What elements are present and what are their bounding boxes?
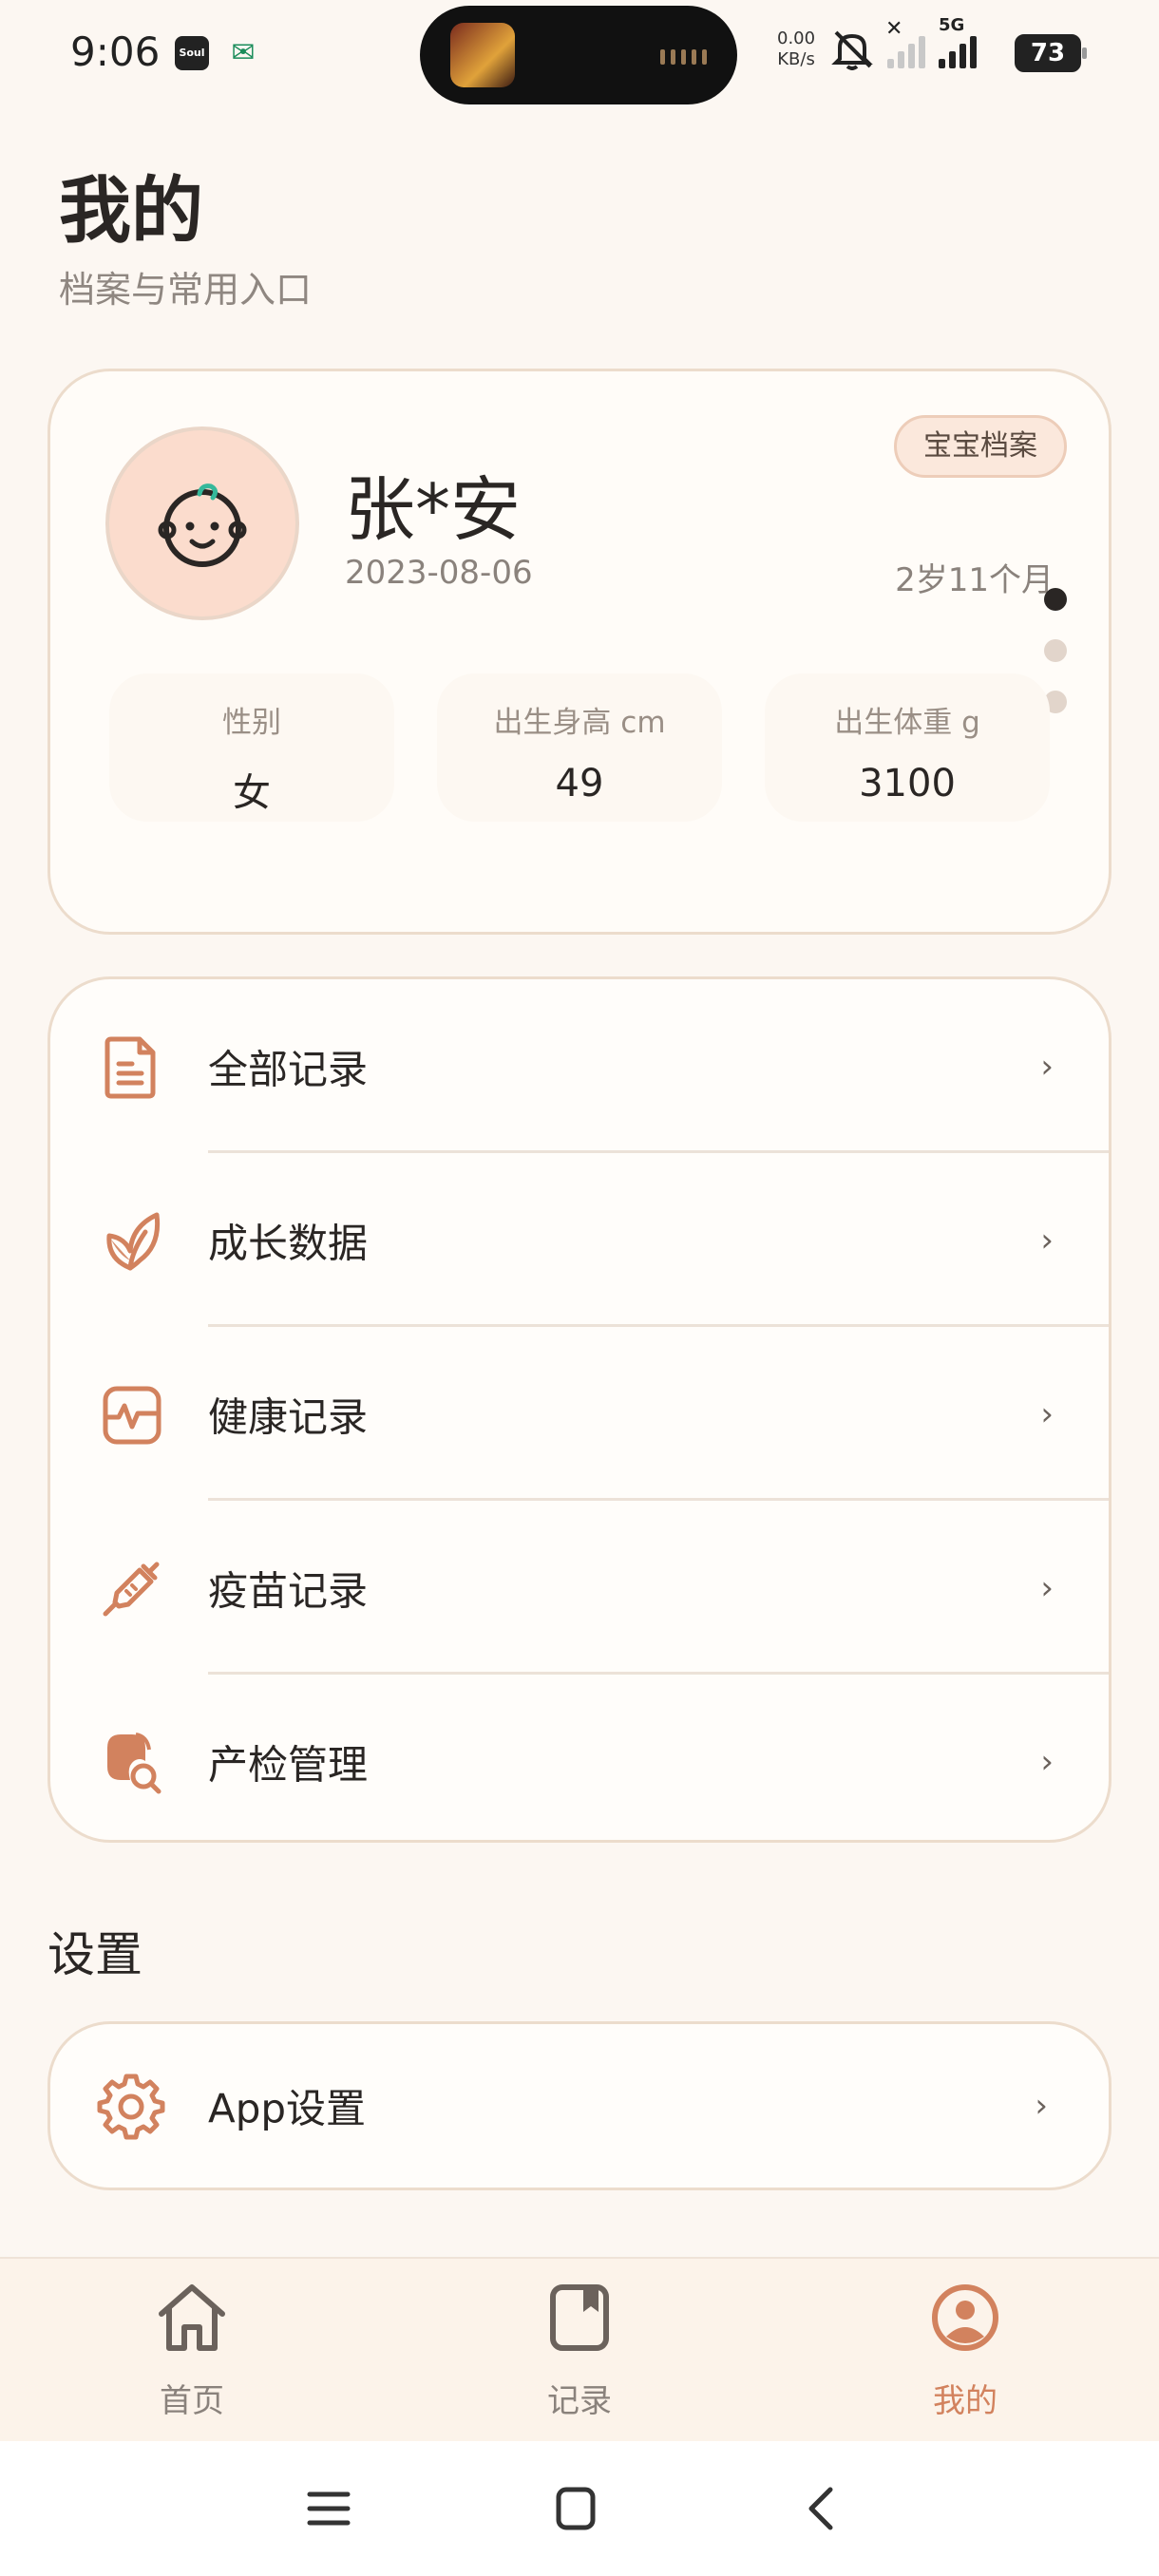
avatar[interactable] — [105, 426, 299, 620]
stat-birth-weight: 出生体重 g 3100 — [765, 673, 1050, 822]
shortcut-menu: 全部记录 › 成长数据 › 健康记录 › 疫苗记录 › 产检管理 › — [48, 976, 1112, 1843]
menu-item-growth-data[interactable]: 成长数据 › — [50, 1153, 1109, 1327]
stat-label: 出生体重 g — [834, 706, 980, 740]
menu-item-label: 成长数据 — [208, 1220, 369, 1266]
pulse-icon — [103, 1386, 162, 1444]
bottom-navigation: 首页 记录 我的 — [0, 2257, 1159, 2441]
network-speed: 0.00 KB/s — [777, 28, 815, 70]
home-icon — [159, 2284, 225, 2351]
stat-birth-height: 出生身高 cm 49 — [437, 673, 722, 822]
tab-home[interactable]: 首页 — [97, 2280, 287, 2421]
menu-item-health-records[interactable]: 健康记录 › — [50, 1327, 1109, 1501]
status-icons: ✕ 5G — [830, 15, 977, 70]
menu-icon[interactable] — [300, 2485, 357, 2532]
settings-section-title: 设置 — [48, 1927, 142, 1982]
document-icon — [104, 1036, 156, 1098]
tab-records[interactable]: 记录 — [484, 2280, 674, 2421]
menu-item-label: 全部记录 — [208, 1046, 369, 1092]
stat-gender: 性别 女 — [109, 673, 394, 822]
home-square-icon[interactable] — [547, 2485, 604, 2532]
menu-item-label: 健康记录 — [208, 1393, 369, 1440]
prenatal-search-icon — [107, 1732, 162, 1793]
battery-icon: 73 — [1015, 34, 1087, 72]
system-navigation-bar — [0, 2441, 1159, 2576]
network-speed-value: 0.00 — [777, 28, 816, 48]
baby-age: 2岁11个月 — [895, 561, 1054, 599]
back-icon[interactable] — [794, 2485, 851, 2532]
audio-bars-icon — [660, 49, 707, 65]
stat-label: 性别 — [222, 706, 281, 740]
signal-2-icon: 5G — [939, 15, 977, 68]
baby-profile-card[interactable]: 张*安 2023-08-06 宝宝档案 2岁11个月 性别 女 出生身高 cm … — [48, 369, 1112, 935]
baby-face-icon — [158, 483, 247, 567]
chevron-right-icon: › — [1040, 1394, 1054, 1433]
tab-label: 我的 — [933, 2382, 998, 2420]
profile-badge: 宝宝档案 — [894, 415, 1067, 478]
tab-label: 记录 — [547, 2382, 612, 2420]
media-thumbnail — [450, 23, 515, 87]
soul-app-icon: Soul — [175, 36, 209, 70]
postal-app-icon: ✉ — [231, 36, 256, 69]
page-subtitle: 档案与常用入口 — [59, 269, 313, 311]
chevron-right-icon: › — [1040, 1742, 1054, 1781]
status-bar: 9:06 Soul ✉ 0.00 KB/s ✕ 5G 73 — [0, 0, 1159, 106]
stat-value: 49 — [555, 762, 604, 805]
stat-value: 女 — [233, 771, 271, 815]
network-type: 5G — [939, 15, 965, 35]
baby-birth-date: 2023-08-06 — [345, 554, 533, 592]
network-speed-unit: KB/s — [777, 49, 815, 69]
menu-item-label: 疫苗记录 — [208, 1567, 369, 1614]
stat-label: 出生身高 cm — [493, 706, 666, 740]
chevron-right-icon: › — [1035, 2087, 1048, 2125]
syringe-icon — [103, 1562, 160, 1616]
gear-icon — [97, 2074, 165, 2140]
baby-name: 张*安 — [345, 469, 521, 551]
birth-stats: 性别 女 出生身高 cm 49 出生体重 g 3100 — [109, 673, 1050, 822]
dynamic-island[interactable] — [420, 6, 737, 104]
carousel-dot[interactable] — [1044, 639, 1067, 662]
menu-item-all-records[interactable]: 全部记录 › — [50, 979, 1109, 1153]
signal-1-icon: ✕ — [885, 17, 925, 68]
mute-bell-icon — [831, 30, 873, 70]
carousel-dot-active[interactable] — [1044, 588, 1067, 611]
stat-value: 3100 — [859, 762, 956, 805]
app-settings-button[interactable]: App设置 › — [48, 2021, 1112, 2190]
record-book-icon — [550, 2284, 609, 2351]
chevron-right-icon: › — [1040, 1221, 1054, 1260]
menu-item-prenatal-management[interactable]: 产检管理 › — [50, 1675, 1109, 1840]
page-title: 我的 — [59, 168, 203, 253]
app-settings-label: App设置 — [208, 2085, 367, 2132]
profile-icon — [932, 2284, 998, 2351]
chevron-right-icon: › — [1040, 1047, 1054, 1086]
tab-mine[interactable]: 我的 — [870, 2280, 1060, 2421]
menu-item-vaccine-records[interactable]: 疫苗记录 › — [50, 1501, 1109, 1675]
menu-item-label: 产检管理 — [208, 1741, 369, 1788]
tab-label: 首页 — [160, 2382, 224, 2420]
leaf-icon — [106, 1212, 161, 1270]
chevron-right-icon: › — [1040, 1568, 1054, 1607]
status-time: 9:06 — [70, 28, 161, 75]
